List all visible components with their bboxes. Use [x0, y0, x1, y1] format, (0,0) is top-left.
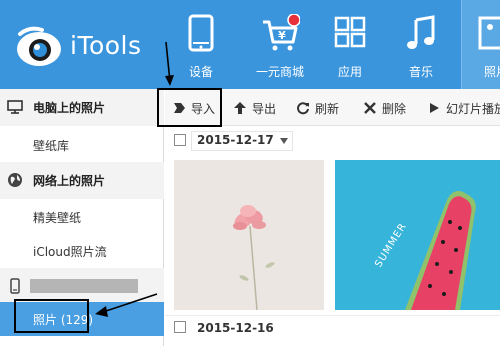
date-group-label: 2015-12-17: [197, 133, 274, 147]
refresh-label: 刷新: [315, 102, 340, 116]
annotation-box-photos: [14, 299, 89, 333]
sidebar-item-label: 壁纸库: [33, 139, 70, 153]
flower-photo: [174, 160, 324, 310]
nav-apps[interactable]: 应用: [322, 0, 378, 89]
cart-icon: ¥: [263, 14, 300, 51]
group-divider: [165, 315, 500, 316]
date-group-label: 2015-12-16: [197, 321, 274, 335]
nav-photos-label: 照片: [484, 65, 500, 79]
slideshow-label: 幻灯片播放: [446, 102, 500, 116]
nav-device[interactable]: 设备: [173, 0, 229, 89]
nav-apps-label: 应用: [337, 65, 362, 79]
app-name: iTools: [70, 31, 142, 60]
nav-photos[interactable]: 照片: [461, 0, 500, 89]
section-web-photos[interactable]: 网络上的照片: [0, 162, 164, 199]
delete-label: 删除: [382, 102, 407, 116]
globe-icon: [8, 173, 22, 187]
device-icon: [10, 278, 20, 294]
itools-window: iTools 设备 ¥ 一元商城 应用 音乐 照 电脑上的照片 壁纸库 网络上的…: [0, 0, 500, 346]
monitor-icon: [7, 100, 23, 114]
nav-device-label: 设备: [188, 65, 213, 79]
play-icon: [430, 103, 439, 113]
sidebar-item-icloud-photostream[interactable]: iCloud照片流: [0, 234, 164, 268]
select-group-checkbox[interactable]: [174, 134, 186, 146]
phone-icon: [188, 14, 214, 52]
apps-grid-icon: [334, 16, 366, 48]
device-name-redacted: [30, 279, 138, 293]
section-computer-photos-title: 电脑上的照片: [33, 101, 106, 115]
select-group-checkbox[interactable]: [174, 321, 186, 333]
popsicle-photo: SUMMER: [335, 160, 500, 310]
chevron-down-icon[interactable]: [279, 137, 289, 145]
svg-text:¥: ¥: [278, 29, 286, 42]
top-bar: iTools 设备 ¥ 一元商城 应用 音乐 照: [0, 0, 500, 89]
nav-music[interactable]: 音乐: [393, 0, 449, 89]
section-computer-photos[interactable]: 电脑上的照片: [0, 89, 164, 126]
sidebar-item-label: 精美壁纸: [33, 211, 82, 225]
photo-grid: 2015-12-17 SUMMER 2015-12-16: [165, 126, 500, 346]
sidebar-item-wallpaper-library[interactable]: 壁纸库: [0, 128, 164, 162]
export-icon: [234, 102, 246, 114]
itools-logo-icon: [17, 26, 61, 66]
photo-thumbnail[interactable]: [174, 160, 324, 310]
music-note-icon: [407, 15, 435, 49]
section-web-photos-title: 网络上的照片: [33, 174, 106, 188]
photo-icon: [478, 16, 500, 50]
annotation-box-import: [157, 88, 222, 127]
nav-store[interactable]: ¥ 一元商城: [250, 0, 310, 89]
photo-thumbnail[interactable]: SUMMER: [335, 160, 500, 310]
sidebar-item-label: iCloud照片流: [33, 245, 107, 259]
nav-music-label: 音乐: [408, 65, 433, 79]
close-icon: [364, 102, 376, 114]
nav-store-label: 一元商城: [255, 65, 304, 79]
sidebar-item-featured-wallpaper[interactable]: 精美壁纸: [0, 200, 164, 234]
refresh-icon: [297, 102, 309, 115]
export-label: 导出: [252, 102, 277, 116]
